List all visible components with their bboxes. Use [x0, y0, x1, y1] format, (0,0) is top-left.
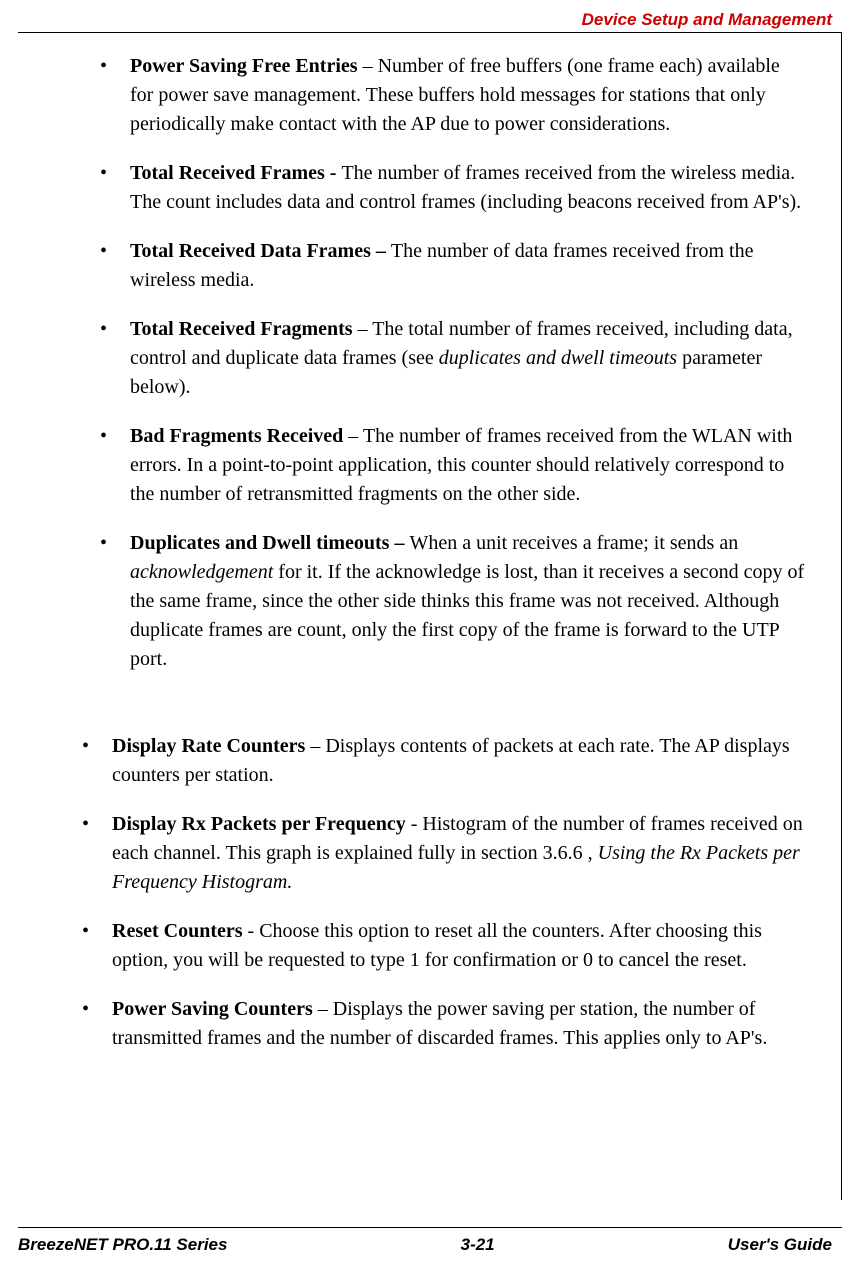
item-title: Total Received Data Frames – [130, 240, 391, 262]
item-title: Display Rx Packets per Frequency [112, 813, 406, 835]
list-item: Total Received Data Frames – The number … [100, 237, 808, 295]
item-title: Total Received Fragments [130, 318, 353, 340]
item-sep: - [406, 813, 423, 835]
footer-left: BreezeNET PRO.11 Series [18, 1235, 227, 1255]
section-header: Device Setup and Management [582, 10, 832, 30]
item-text-pre: When a unit receives a frame; it sends a… [409, 532, 738, 554]
item-sep: – [358, 55, 378, 77]
list-item: Power Saving Free Entries – Number of fr… [100, 52, 808, 139]
page-footer: BreezeNET PRO.11 Series 3-21 User's Guid… [18, 1235, 832, 1255]
list-item: Reset Counters - Choose this option to r… [82, 917, 808, 975]
item-title: Bad Fragments Received [130, 425, 343, 447]
list-item: Duplicates and Dwell timeouts – When a u… [100, 529, 808, 674]
footer-rule [18, 1227, 842, 1228]
item-title: Total Received Frames - [130, 162, 341, 184]
item-title: Reset Counters [112, 920, 248, 942]
list-item: Bad Fragments Received – The number of f… [100, 422, 808, 509]
definition-list-2: Display Rate Counters – Displays content… [82, 732, 808, 1053]
footer-right: User's Guide [728, 1235, 832, 1255]
item-title: Display Rate Counters [112, 735, 305, 757]
item-sep: – [313, 998, 333, 1020]
header-rule [18, 32, 842, 33]
item-title: Power Saving Free Entries [130, 55, 358, 77]
list-item: Total Received Fragments – The total num… [100, 315, 808, 402]
item-sep: - [248, 920, 260, 942]
item-italic: duplicates and dwell timeouts [439, 347, 677, 369]
item-sep: – [353, 318, 373, 340]
list-item: Display Rx Packets per Frequency - Histo… [82, 810, 808, 897]
item-sep: – [305, 735, 325, 757]
right-rule [841, 32, 842, 1200]
item-title: Power Saving Counters [112, 998, 313, 1020]
list-item: Total Received Frames - The number of fr… [100, 159, 808, 217]
list-item: Power Saving Counters – Displays the pow… [82, 995, 808, 1053]
page-content: Power Saving Free Entries – Number of fr… [100, 52, 808, 1073]
item-title: Duplicates and Dwell timeouts – [130, 532, 409, 554]
footer-center: 3-21 [461, 1235, 495, 1255]
list-item: Display Rate Counters – Displays content… [82, 732, 808, 790]
item-italic: acknowledgement [130, 561, 273, 583]
item-sep: – [343, 425, 363, 447]
definition-list-1: Power Saving Free Entries – Number of fr… [100, 52, 808, 674]
